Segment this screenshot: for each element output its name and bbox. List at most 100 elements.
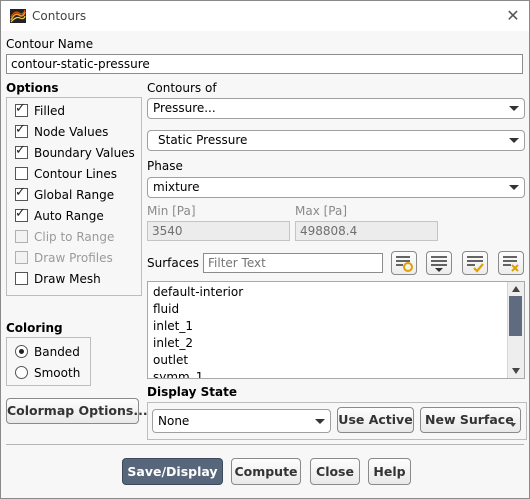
scrollbar-thumb[interactable] <box>509 296 522 336</box>
dropdown-value: Pressure... <box>153 101 216 115</box>
option-node-values[interactable]: ✓ Node Values <box>15 123 108 141</box>
option-label: Global Range <box>34 188 115 202</box>
clip-to-range-checkbox <box>15 230 28 243</box>
boundary-values-checkbox[interactable]: ✓ <box>15 143 28 159</box>
radio-dot <box>19 349 24 354</box>
deselect-all-surfaces-button[interactable] <box>498 251 524 275</box>
chevron-down-icon <box>509 106 519 111</box>
option-label: Auto Range <box>34 209 104 223</box>
save-display-button[interactable]: Save/Display <box>122 458 223 485</box>
dropdown-value: mixture <box>153 180 200 194</box>
auto-range-checkbox[interactable]: ✓ <box>15 206 28 222</box>
min-input: 3540 <box>147 221 290 241</box>
window-title: Contours <box>32 9 87 23</box>
option-label: Boundary Values <box>34 146 135 160</box>
new-surface-label: New Surface <box>425 412 514 427</box>
option-filled[interactable]: ✓ Filled <box>15 102 65 120</box>
coloring-smooth[interactable]: Smooth <box>15 364 80 382</box>
contours-of-quantity-dropdown[interactable]: Static Pressure <box>147 130 525 151</box>
phase-dropdown[interactable]: mixture <box>147 177 525 198</box>
option-label: Draw Profiles <box>34 251 113 265</box>
dropdown-value: None <box>158 414 190 428</box>
option-global-range[interactable]: ✓ Global Range <box>15 186 114 204</box>
draw-mesh-checkbox[interactable] <box>15 272 28 285</box>
option-clip-to-range: Clip to Range <box>15 228 114 246</box>
max-input: 498808.4 <box>295 221 438 241</box>
chevron-down-icon <box>315 419 325 424</box>
max-label: Max [Pa] <box>295 204 348 218</box>
footer-separator <box>6 444 524 445</box>
surface-item[interactable]: inlet_1 <box>153 318 193 335</box>
smooth-radio[interactable] <box>15 366 28 379</box>
option-auto-range[interactable]: ✓ Auto Range <box>15 207 104 225</box>
surface-item[interactable]: outlet <box>153 352 188 369</box>
option-label: Draw Mesh <box>34 272 101 286</box>
check-icon: ✓ <box>15 206 26 221</box>
chevron-down-icon <box>510 423 516 427</box>
list-check-icon <box>467 256 484 273</box>
surfaces-list[interactable]: default-interior fluid inlet_1 inlet_2 o… <box>147 281 525 379</box>
chevron-down-icon <box>509 185 519 190</box>
dropdown-value: Static Pressure <box>158 133 248 147</box>
colormap-options-button[interactable]: Colormap Options... <box>6 398 148 424</box>
contours-app-icon <box>10 9 26 23</box>
close-button[interactable]: Close <box>310 458 360 485</box>
title-bar: Contours ✕ <box>1 1 529 31</box>
coloring-banded[interactable]: Banded <box>15 343 80 361</box>
display-state-title: Display State <box>147 385 237 399</box>
option-label: Filled <box>34 104 66 118</box>
contour-name-input[interactable]: contour-static-pressure <box>6 54 523 74</box>
contours-of-label: Contours of <box>147 81 217 95</box>
new-surface-button[interactable]: New Surface <box>420 407 521 433</box>
close-icon[interactable]: ✕ <box>504 7 522 25</box>
option-label: Node Values <box>34 125 109 139</box>
surfaces-label: Surfaces <box>147 256 199 270</box>
filled-checkbox[interactable]: ✓ <box>15 101 28 117</box>
surface-item[interactable]: default-interior <box>153 284 243 301</box>
scroll-up-icon[interactable] <box>512 286 520 292</box>
options-title: Options <box>6 81 59 95</box>
coloring-group: Banded Smooth <box>6 337 91 386</box>
option-draw-mesh[interactable]: Draw Mesh <box>15 270 101 288</box>
use-active-button[interactable]: Use Active <box>337 407 414 433</box>
list-select-icon <box>396 256 413 272</box>
surface-item[interactable]: symm_1 <box>153 369 203 378</box>
coloring-title: Coloring <box>6 321 63 335</box>
scroll-down-icon[interactable] <box>512 368 520 374</box>
global-range-checkbox[interactable]: ✓ <box>15 185 28 201</box>
select-all-surfaces-button[interactable] <box>462 251 488 275</box>
surface-item[interactable]: fluid <box>153 301 179 318</box>
radio-label: Banded <box>34 345 80 359</box>
surfaces-filter-input[interactable] <box>203 253 383 273</box>
option-boundary-values[interactable]: ✓ Boundary Values <box>15 144 135 162</box>
surface-item[interactable]: inlet_2 <box>153 335 193 352</box>
draw-profiles-checkbox <box>15 251 28 264</box>
option-label: Clip to Range <box>34 230 115 244</box>
phase-label: Phase <box>147 159 183 173</box>
banded-radio[interactable] <box>15 345 28 358</box>
option-contour-lines[interactable]: Contour Lines <box>15 165 117 183</box>
min-label: Min [Pa] <box>147 204 196 218</box>
contour-lines-checkbox[interactable] <box>15 167 28 180</box>
list-clear-icon <box>503 256 519 272</box>
check-icon: ✓ <box>15 185 26 200</box>
check-icon: ✓ <box>15 101 26 116</box>
help-button[interactable]: Help <box>368 458 411 485</box>
options-group: ✓ Filled ✓ Node Values ✓ Boundary Values Co… <box>6 97 142 296</box>
chevron-down-icon <box>509 138 519 143</box>
select-surfaces-button[interactable] <box>391 251 417 275</box>
display-state-dropdown[interactable]: None <box>152 409 331 433</box>
check-icon: ✓ <box>15 143 26 158</box>
list-dropdown-icon <box>431 256 447 272</box>
option-draw-profiles: Draw Profiles <box>15 249 113 267</box>
check-icon: ✓ <box>15 122 26 137</box>
sort-surfaces-button[interactable] <box>426 251 452 275</box>
contours-of-category-dropdown[interactable]: Pressure... <box>147 98 525 119</box>
contour-name-label: Contour Name <box>6 37 94 51</box>
node-values-checkbox[interactable]: ✓ <box>15 122 28 138</box>
option-label: Contour Lines <box>34 167 117 181</box>
contours-dialog: Contours ✕ Contour Name contour-static-p… <box>0 0 530 499</box>
surfaces-scrollbar[interactable] <box>507 282 524 378</box>
compute-button[interactable]: Compute <box>231 458 301 485</box>
radio-label: Smooth <box>34 366 81 380</box>
